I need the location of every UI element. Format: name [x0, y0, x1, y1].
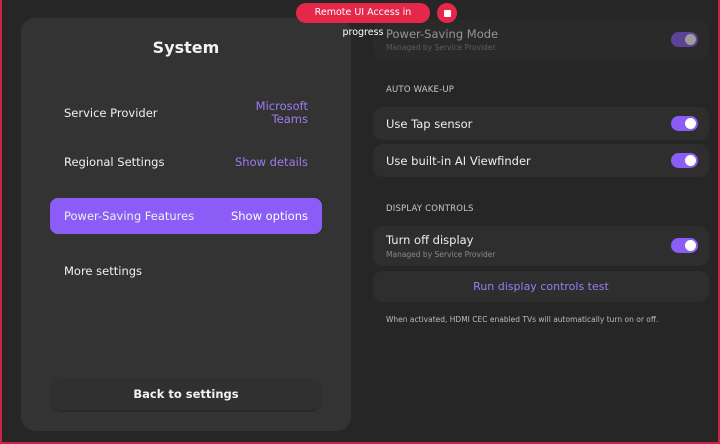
toggle-knob — [685, 240, 696, 251]
turn-off-display-row: Turn off display Managed by Service Prov… — [373, 226, 709, 266]
menu-item-regional-settings[interactable]: Regional Settings Show details — [50, 144, 322, 180]
system-panel: System Service Provider Microsoft Teams … — [21, 18, 351, 431]
menu-item-service-provider[interactable]: Service Provider Microsoft Teams — [50, 95, 322, 131]
panel-title: System — [152, 38, 220, 57]
back-to-settings-button[interactable]: Back to settings — [50, 378, 322, 412]
toggle-knob — [685, 118, 696, 129]
value-line-1: Microsoft — [255, 99, 308, 113]
menu-item-label: Regional Settings — [64, 155, 165, 169]
value-line-2: Teams — [271, 112, 308, 126]
show-options-link: Show options — [230, 208, 308, 223]
show-details-link: Show details — [235, 154, 308, 169]
menu-item-power-saving-features[interactable]: Power-Saving Features Show options — [50, 198, 322, 234]
run-display-controls-test-button[interactable]: Run display controls test — [373, 271, 709, 302]
power-saving-mode-row: Power-Saving Mode Managed by Service Pro… — [373, 20, 709, 60]
ai-viewfinder-label: Use built-in AI Viewfinder — [386, 154, 531, 168]
tap-sensor-row: Use Tap sensor — [373, 107, 709, 140]
ai-viewfinder-toggle[interactable] — [671, 153, 698, 168]
menu-item-more-settings[interactable]: More settings — [50, 253, 322, 289]
tap-sensor-toggle[interactable] — [671, 116, 698, 131]
power-saving-mode-label: Power-Saving Mode — [386, 27, 499, 41]
stop-icon — [443, 9, 451, 17]
power-saving-mode-sub: Managed by Service Provider. — [386, 43, 498, 52]
display-controls-header: DISPLAY CONTROLS — [386, 204, 474, 214]
menu-item-label: Power-Saving Features — [64, 209, 195, 223]
auto-wakeup-header: AUTO WAKE-UP — [386, 85, 455, 95]
power-saving-mode-toggle — [671, 32, 698, 47]
toggle-knob — [685, 155, 696, 166]
service-provider-value: Microsoft Teams — [256, 100, 308, 126]
turn-off-display-sub: Managed by Service Provider — [386, 250, 496, 259]
ai-viewfinder-row: Use built-in AI Viewfinder — [373, 144, 709, 177]
hdmi-cec-footnote: When activated, HDMI CEC enabled TVs wil… — [386, 315, 659, 324]
tap-sensor-label: Use Tap sensor — [386, 117, 473, 131]
toggle-knob — [685, 34, 696, 45]
remote-access-banner: Remote UI Access in progress — [296, 3, 430, 38]
turn-off-display-label: Turn off display — [386, 233, 474, 247]
menu-item-label: More settings — [64, 264, 143, 278]
menu-item-label: Service Provider — [64, 106, 158, 120]
turn-off-display-toggle[interactable] — [671, 238, 698, 253]
stop-remote-access-button[interactable] — [437, 3, 457, 23]
